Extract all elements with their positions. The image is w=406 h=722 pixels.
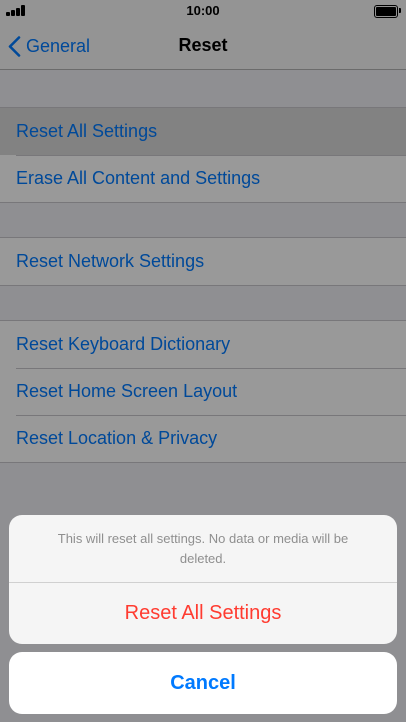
confirm-reset-button[interactable]: Reset All Settings xyxy=(9,583,397,644)
cancel-button[interactable]: Cancel xyxy=(9,652,397,714)
action-sheet-message: This will reset all settings. No data or… xyxy=(9,515,397,583)
action-sheet: This will reset all settings. No data or… xyxy=(9,515,397,644)
screen: 10:00 General Reset Reset All Settings E… xyxy=(0,0,406,722)
